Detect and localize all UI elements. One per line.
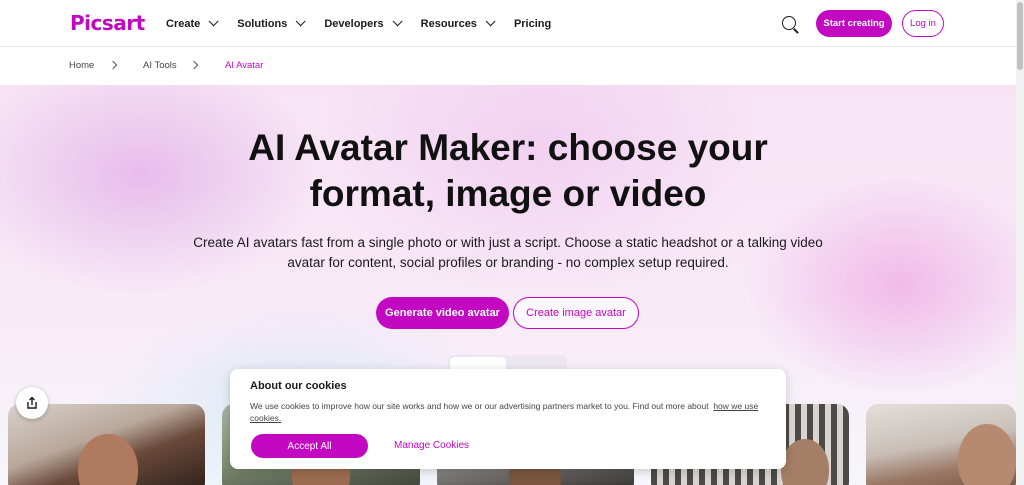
cookie-banner: About our cookies We use cookies to impr… (230, 369, 786, 469)
title-line-2: format, image or video (309, 173, 707, 214)
share-button[interactable] (16, 387, 48, 419)
create-image-avatar-button[interactable]: Create image avatar (513, 297, 639, 329)
breadcrumb: Home AI Tools AI Avatar (0, 48, 1016, 85)
nav-pricing[interactable]: Pricing (514, 18, 551, 30)
nav-solutions[interactable]: Solutions (237, 16, 306, 30)
share-icon (27, 396, 37, 409)
accept-all-button[interactable]: Accept All (251, 434, 368, 458)
main-nav: Create Solutions Developers Resources Pr… (166, 0, 573, 47)
nav-resources-label: Resources (420, 17, 477, 30)
avatar-face (958, 424, 1016, 485)
manage-cookies-button[interactable]: Manage Cookies (394, 440, 469, 451)
avatar-face (781, 439, 829, 485)
avatar-example-card[interactable] (866, 404, 1016, 485)
chevron-right-icon (108, 60, 118, 70)
avatar-face (78, 434, 138, 485)
chevron-down-icon (392, 16, 403, 27)
search-icon[interactable] (782, 16, 796, 30)
start-creating-button[interactable]: Start creating (816, 10, 892, 37)
nav-resources[interactable]: Resources (420, 16, 496, 30)
login-button[interactable]: Log in (902, 10, 944, 37)
nav-create[interactable]: Create (166, 16, 219, 30)
nav-developers-label: Developers (324, 17, 384, 30)
cookie-description: We use cookies to improve how our site w… (250, 401, 709, 411)
nav-create-label: Create (166, 17, 201, 30)
chevron-down-icon (208, 16, 219, 27)
site-header: Picsart Create Solutions Developers Reso… (0, 0, 1016, 47)
breadcrumb-ai-avatar: AI Avatar (225, 60, 264, 71)
cookie-title: About our cookies (250, 380, 347, 392)
breadcrumb-ai-tools[interactable]: AI Tools (143, 60, 177, 71)
nav-developers[interactable]: Developers (324, 16, 403, 30)
breadcrumb-home[interactable]: Home (69, 60, 94, 71)
nav-pricing-label: Pricing (513, 17, 552, 30)
page-scrollbar[interactable] (1016, 0, 1024, 485)
page-title: AI Avatar Maker: choose your format, ima… (0, 125, 1016, 217)
chevron-right-icon (189, 60, 199, 70)
cookie-text: We use cookies to improve how our site w… (250, 400, 770, 424)
scrollbar-thumb[interactable] (1017, 2, 1023, 70)
title-line-1: AI Avatar Maker: choose your (248, 127, 768, 168)
generate-video-avatar-button[interactable]: Generate video avatar (376, 297, 509, 329)
picsart-logo[interactable]: Picsart (70, 11, 145, 35)
hero-subtitle: Create AI avatars fast from a single pho… (193, 235, 823, 270)
nav-solutions-label: Solutions (237, 17, 288, 30)
chevron-down-icon (296, 16, 306, 27)
chevron-down-icon (485, 16, 496, 27)
